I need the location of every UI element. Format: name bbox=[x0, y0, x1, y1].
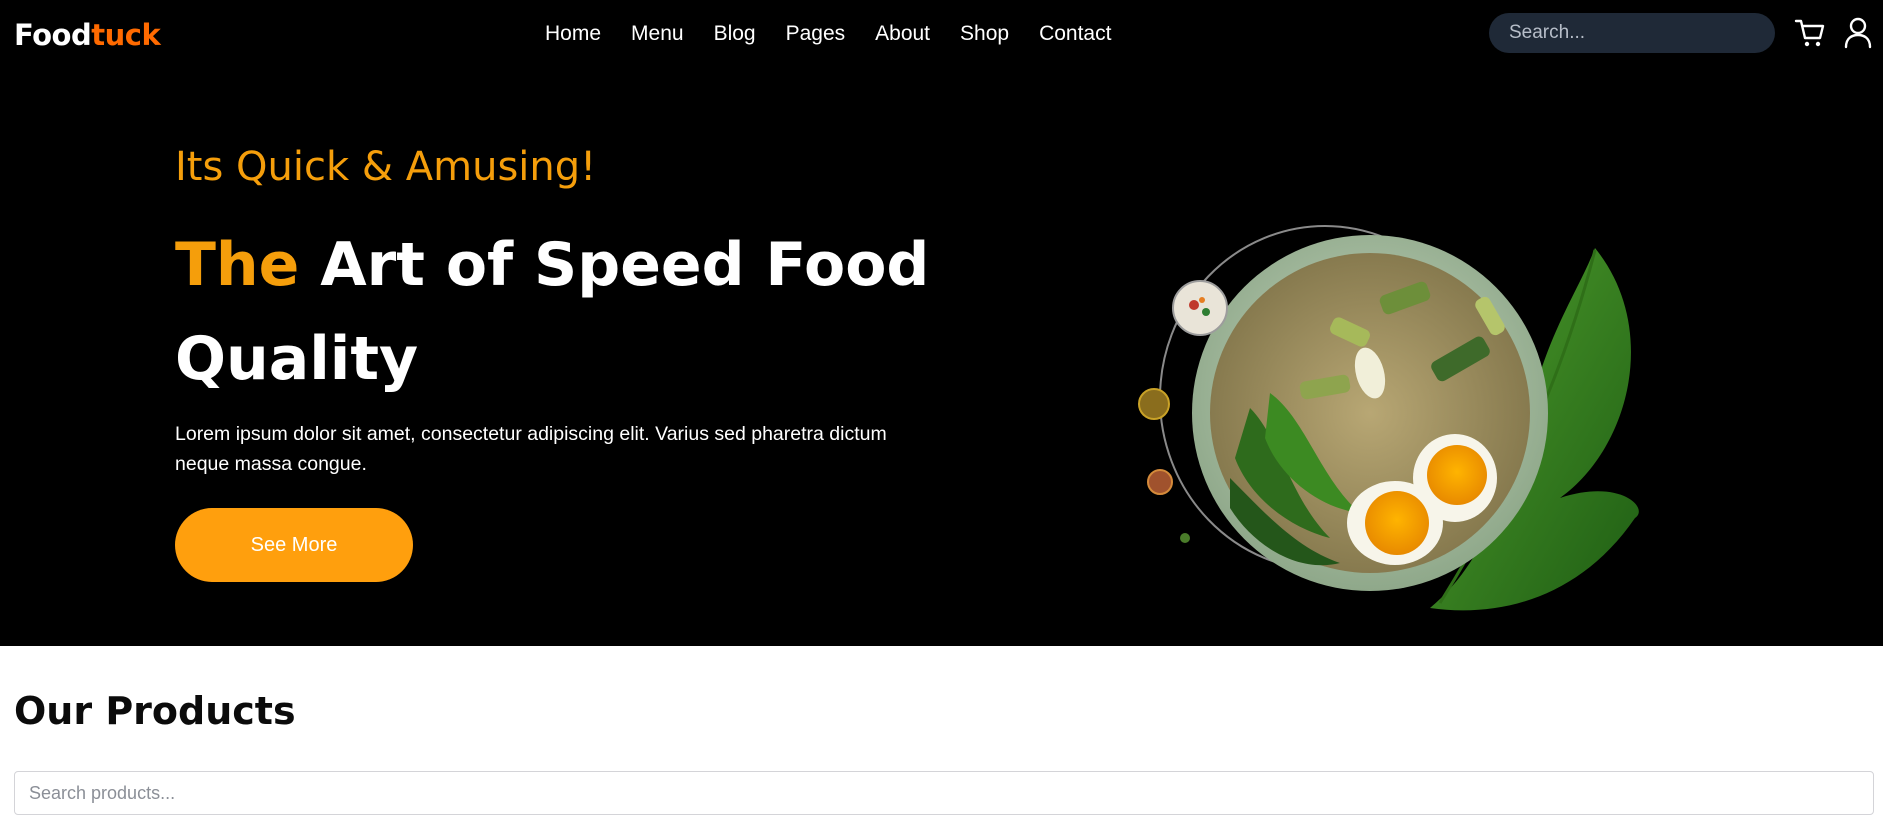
mini-bowl-middle bbox=[1138, 388, 1170, 420]
main-nav: Home Menu Blog Pages About Shop Contact bbox=[545, 21, 1111, 47]
brand-logo-part2: tuck bbox=[91, 18, 161, 52]
nav-link-about[interactable]: About bbox=[875, 21, 930, 47]
user-button[interactable] bbox=[1843, 16, 1873, 50]
header-search-input[interactable] bbox=[1489, 13, 1775, 53]
hero-section: Its Quick & Amusing! The Art of Speed Fo… bbox=[0, 68, 1883, 646]
see-more-button[interactable]: See More bbox=[175, 508, 413, 582]
nav-link-contact[interactable]: Contact bbox=[1039, 21, 1111, 47]
brand-logo[interactable]: Foodtuck bbox=[14, 18, 161, 52]
nav-link-shop[interactable]: Shop bbox=[960, 21, 1009, 47]
mini-bowl-bottom bbox=[1147, 469, 1173, 495]
brand-logo-part1: Food bbox=[14, 18, 92, 52]
mini-garnish bbox=[1180, 533, 1190, 543]
nav-link-home[interactable]: Home bbox=[545, 21, 601, 47]
hero-title: The Art of Speed Food Quality bbox=[175, 218, 935, 406]
product-search-input[interactable] bbox=[14, 771, 1874, 815]
nav-link-pages[interactable]: Pages bbox=[786, 21, 846, 47]
mini-bowl-top bbox=[1172, 280, 1228, 336]
hero-description: Lorem ipsum dolor sit amet, consectetur … bbox=[175, 423, 887, 475]
hero-title-accent: The bbox=[175, 230, 300, 300]
cart-icon bbox=[1794, 19, 1825, 47]
products-section-title: Our Products bbox=[14, 689, 296, 733]
cart-button[interactable] bbox=[1793, 16, 1827, 50]
nav-link-blog[interactable]: Blog bbox=[714, 21, 756, 47]
nav-link-menu[interactable]: Menu bbox=[631, 21, 684, 47]
navbar: Foodtuck Home Menu Blog Pages About Shop… bbox=[0, 0, 1883, 68]
hero-food-image bbox=[1138, 225, 1639, 611]
user-icon bbox=[1844, 17, 1872, 49]
hero-kicker: Its Quick & Amusing! bbox=[175, 144, 597, 190]
